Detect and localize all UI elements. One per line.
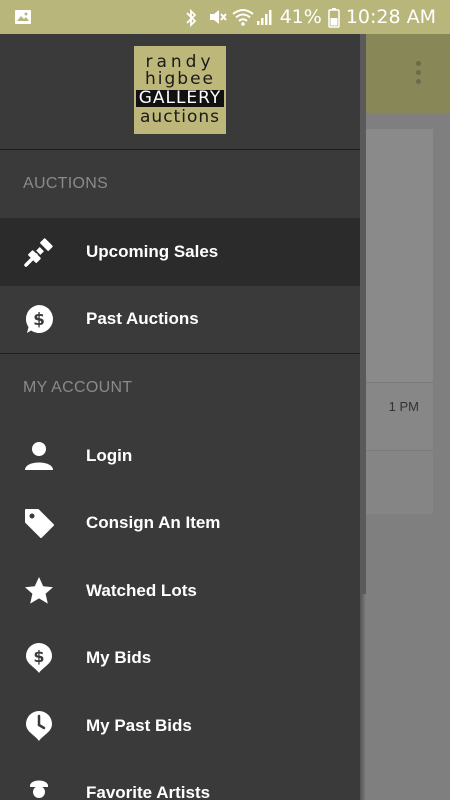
wifi-icon (231, 8, 254, 26)
menu-item-past-auctions[interactable]: $ Past Auctions (0, 286, 360, 354)
mute-icon (208, 8, 227, 26)
logo-line: auctions (140, 107, 220, 127)
overflow-menu-icon (416, 61, 422, 87)
menu-item-label: Login (86, 445, 133, 465)
logo-line: GALLERY (135, 90, 225, 107)
status-bar: 41% 10:28 AM (0, 0, 450, 34)
background-card: 1 PM (360, 382, 433, 450)
bluetooth-icon (184, 8, 202, 28)
gavel-icon (22, 235, 56, 269)
section-header-auctions: AUCTIONS (23, 175, 109, 192)
background-time-text: 1 PM (388, 399, 419, 414)
battery-percent: 41% (279, 6, 322, 28)
menu-item-label: Past Auctions (86, 309, 199, 329)
signal-icon (256, 8, 274, 26)
tag-icon (22, 506, 56, 540)
menu-item-my-past-bids[interactable]: My Past Bids (0, 692, 360, 760)
menu-item-my-bids[interactable]: $ My Bids (0, 625, 360, 693)
menu-item-label: My Bids (86, 648, 152, 668)
menu-item-upcoming-sales[interactable]: Upcoming Sales (0, 218, 360, 286)
menu-item-watched-lots[interactable]: Watched Lots (0, 557, 360, 625)
section-header-my-account: MY ACCOUNT (23, 379, 133, 396)
clock-bubble-icon (22, 709, 56, 743)
svg-text:$: $ (33, 647, 44, 666)
background-card (360, 450, 433, 514)
navigation-drawer: randy higbee GALLERY auctions AUCTIONS U… (0, 34, 360, 800)
menu-item-favorite-artists[interactable]: Favorite Artists (0, 760, 360, 800)
svg-text:$: $ (33, 310, 45, 330)
artist-icon (22, 776, 56, 800)
drawer-header: randy higbee GALLERY auctions (0, 34, 360, 150)
menu-item-login[interactable]: Login (0, 422, 360, 490)
menu-item-label: My Past Bids (86, 715, 192, 735)
background-app-scrim[interactable]: 1 PM (360, 34, 450, 800)
person-icon (22, 439, 56, 473)
star-icon (22, 574, 56, 608)
background-card (360, 129, 433, 389)
menu-item-label: Upcoming Sales (86, 241, 219, 261)
menu-item-label: Consign An Item (86, 513, 221, 533)
gallery-logo: randy higbee GALLERY auctions (134, 46, 226, 134)
drawer-scrollbar[interactable] (360, 34, 366, 594)
menu-item-label: Favorite Artists (86, 783, 211, 800)
battery-icon (328, 8, 340, 28)
status-time: 10:28 AM (345, 6, 436, 28)
menu-item-consign-an-item[interactable]: Consign An Item (0, 490, 360, 558)
background-toolbar (360, 34, 450, 114)
logo-line: higbee (145, 69, 215, 89)
menu-item-label: Watched Lots (86, 580, 197, 600)
image-icon (14, 8, 32, 26)
dollar-bubble-icon: $ (22, 302, 56, 336)
dollar-bubble-icon: $ (22, 641, 56, 675)
